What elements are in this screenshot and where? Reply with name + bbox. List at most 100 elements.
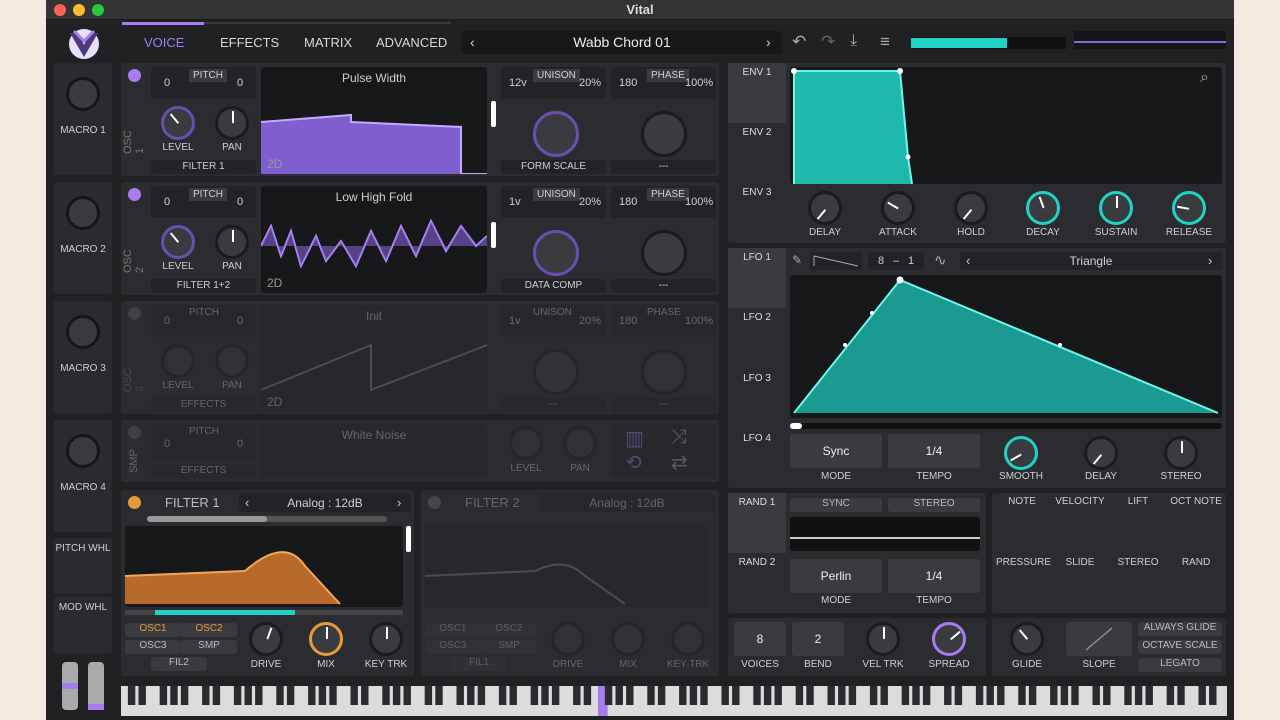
osc-1-level-knob[interactable] [161, 106, 195, 140]
osc-1-phase-random[interactable]: 100% [685, 77, 713, 89]
close-window-icon[interactable] [54, 4, 66, 16]
tab-advanced[interactable]: ADVANCED [376, 35, 447, 50]
volume-meter[interactable] [911, 37, 1066, 49]
black-key[interactable] [361, 686, 369, 705]
sampler-enable[interactable] [128, 426, 141, 439]
mod-oct-note[interactable]: OCT NOTE [1170, 496, 1222, 507]
black-key[interactable] [159, 686, 168, 705]
black-key[interactable] [255, 686, 263, 705]
tab-env-1[interactable]: ENV 1 [728, 67, 786, 78]
lfo-smooth-knob[interactable] [1004, 436, 1038, 470]
osc-3-mode2[interactable]: --- [611, 398, 716, 412]
osc-3-phase-value[interactable]: 180 [619, 315, 637, 327]
random-phase-icon[interactable]: ⤨ [671, 426, 687, 449]
preset-next-icon[interactable]: › [766, 34, 771, 50]
filter-2-osc2-toggle[interactable]: OSC2 [481, 623, 537, 637]
osc-2-distortion-knob[interactable] [641, 230, 687, 276]
black-key[interactable] [509, 686, 517, 705]
black-key[interactable] [1060, 686, 1069, 705]
black-key[interactable] [732, 686, 740, 705]
lfo-sync-mode[interactable]: Sync [790, 434, 882, 468]
osc-2-pitch-semi[interactable]: 0 [237, 196, 243, 208]
filter-1-fil2-toggle[interactable]: FIL2 [151, 657, 207, 671]
osc-2-wavetable[interactable]: Low High Fold 2D [261, 186, 487, 293]
sampler-pitch-semi[interactable]: 0 [237, 438, 243, 450]
osc-3-unison[interactable]: 1v UNISON 20% [501, 305, 606, 337]
octave-scale-toggle[interactable]: OCTAVE SCALE [1138, 640, 1222, 654]
filter-1-blend-slider[interactable] [147, 516, 387, 522]
black-key[interactable] [1177, 686, 1185, 705]
minimize-window-icon[interactable] [73, 4, 85, 16]
sampler-pan-knob[interactable] [563, 426, 597, 460]
black-key[interactable] [456, 686, 464, 705]
black-key[interactable] [1050, 686, 1058, 705]
undo-icon[interactable]: ↶ [792, 32, 806, 52]
black-key[interactable] [127, 686, 136, 705]
tab-env-3[interactable]: ENV 3 [728, 187, 786, 198]
always-glide-toggle[interactable]: ALWAYS GLIDE [1138, 622, 1222, 636]
black-key[interactable] [382, 686, 390, 705]
env-release-knob[interactable] [1172, 191, 1206, 225]
black-key[interactable] [424, 686, 433, 705]
tab-lfo-1[interactable]: LFO 1 [728, 252, 786, 263]
pitch-wheel[interactable] [62, 662, 78, 710]
sampler-destination[interactable]: EFFECTS [151, 464, 256, 478]
mod-rand[interactable]: RAND [1170, 557, 1222, 568]
osc-1-dimension[interactable]: 2D [267, 157, 282, 171]
black-key[interactable] [806, 686, 814, 705]
osc-3-pitch-octave[interactable]: 0 [164, 315, 170, 327]
black-key[interactable] [244, 686, 252, 705]
tab-lfo-2[interactable]: LFO 2 [728, 312, 786, 323]
filter-2-type-selector[interactable]: Analog : 12dB [539, 493, 715, 512]
black-key[interactable] [615, 686, 623, 705]
black-key[interactable] [392, 686, 401, 705]
black-key[interactable] [700, 686, 708, 705]
lfo-delay-knob[interactable] [1084, 436, 1118, 470]
black-key[interactable] [212, 686, 221, 705]
black-key[interactable] [286, 686, 295, 705]
black-key[interactable] [551, 686, 560, 705]
osc-3-mode[interactable]: --- [501, 398, 606, 412]
osc-1-phase[interactable]: 180 PHASE 100% [611, 67, 716, 99]
sampler-level-knob[interactable] [509, 426, 543, 460]
filter-1-mix-knob[interactable] [309, 622, 343, 656]
black-key[interactable] [753, 686, 761, 705]
menu-icon[interactable]: ≡ [880, 32, 890, 52]
osc-2-phase[interactable]: 180 PHASE 100% [611, 186, 716, 218]
filter-1-enable[interactable] [128, 496, 141, 509]
rand-sync-toggle[interactable]: SYNC [790, 498, 882, 512]
black-key[interactable] [1166, 686, 1175, 705]
env-decay-knob[interactable] [1026, 191, 1060, 225]
black-key[interactable] [1134, 686, 1143, 705]
tab-matrix[interactable]: MATRIX [304, 35, 352, 50]
black-key[interactable] [435, 686, 443, 705]
bend-range[interactable]: 2 [792, 622, 844, 656]
lfo-paint-shape[interactable] [810, 252, 862, 270]
envelope-graph[interactable]: ⌕ [790, 67, 1222, 185]
macro-2[interactable]: MACRO 2 [54, 182, 112, 294]
black-key[interactable] [774, 686, 782, 705]
filter-1-resonance-slider[interactable] [406, 526, 411, 552]
rand-tempo[interactable]: 1/4 [888, 559, 980, 593]
slope-control[interactable] [1066, 622, 1132, 656]
black-key[interactable] [912, 686, 920, 705]
osc-3-phase-random[interactable]: 100% [685, 315, 713, 327]
loop-icon[interactable]: ⟲ [625, 450, 642, 475]
osc-2-unison[interactable]: 1v UNISON 20% [501, 186, 606, 218]
black-key[interactable] [1124, 686, 1132, 705]
filter-1-osc2-toggle[interactable]: OSC2 [181, 623, 237, 637]
black-key[interactable] [986, 686, 994, 705]
black-key[interactable] [901, 686, 910, 705]
black-key[interactable] [583, 686, 592, 705]
lfo-tempo[interactable]: 1/4 [888, 434, 980, 468]
macro-1-knob[interactable] [66, 77, 100, 111]
osc-3-wavetable[interactable]: Init 2D [261, 305, 487, 412]
black-key[interactable] [721, 686, 729, 705]
tab-rand-2[interactable]: RAND 2 [728, 557, 786, 568]
osc-1-pitch-octave[interactable]: 0 [164, 77, 170, 89]
black-key[interactable] [657, 686, 666, 705]
mod-stereo[interactable]: STEREO [1112, 557, 1164, 568]
osc-1-pitch-semi[interactable]: 0 [237, 77, 243, 89]
osc-3-pan-knob[interactable] [215, 344, 249, 378]
sampler-pitch[interactable]: 0 PITCH 0 [151, 424, 256, 460]
